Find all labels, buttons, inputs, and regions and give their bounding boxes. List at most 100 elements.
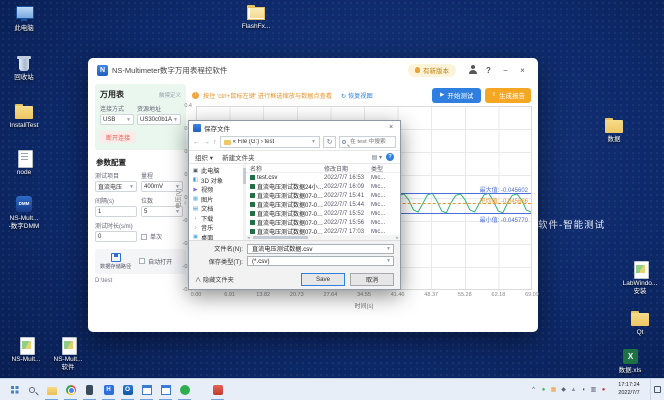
taskbar: HO ^ ● ▦ ◆ ▲ ◖ ▥ ● 17:17:24 2022/7/7 — [0, 378, 664, 400]
desktop-icon-document[interactable]: node — [4, 149, 44, 177]
file-type: Mic... — [371, 174, 386, 181]
desktop-icon-folder[interactable]: Qt — [620, 309, 660, 337]
taskbar-app-blue-app[interactable]: H — [99, 379, 118, 400]
taskbar-search-button[interactable] — [21, 379, 42, 400]
this-pc-icon — [12, 5, 36, 24]
column-name[interactable]: 名称 — [250, 164, 324, 173]
file-row[interactable]: test.csv 2022/7/7 16:53 Mic... — [246, 173, 400, 182]
file-row[interactable]: 直流电压测试数据07-07-2022-17-03-40...2022/7/7 1… — [246, 227, 400, 235]
notification-center-button[interactable] — [650, 378, 664, 400]
taskbar-app-green-app[interactable] — [175, 379, 194, 400]
taskbar-app-file-explorer[interactable] — [42, 379, 61, 400]
file-row[interactable]: 直流电压测试数据07-07-2022-15-55-10...2022/7/7 1… — [246, 218, 400, 227]
tray-security-icon[interactable]: ◆ — [559, 386, 568, 393]
duration-input[interactable]: 0 — [95, 231, 137, 242]
column-date[interactable]: 修改日期 — [324, 164, 371, 173]
taskbar-app-outlook[interactable]: O — [118, 379, 137, 400]
tray-warning-icon[interactable]: ▲ — [569, 387, 578, 393]
close-button[interactable]: × — [516, 66, 529, 75]
tree-item-pc[interactable]: ▣ 此电脑 — [192, 166, 243, 176]
storage-path-button[interactable]: 数据存储路径 — [100, 253, 131, 270]
panel-collapse-handle[interactable]: ‹ — [184, 198, 187, 207]
define-link[interactable]: 触摸定义 — [159, 91, 181, 99]
tree-item-picture[interactable]: ▦ 图片 — [192, 195, 243, 205]
update-badge[interactable]: 有新版本 — [408, 63, 456, 77]
refresh-button[interactable]: ↻ — [323, 136, 336, 148]
file-row[interactable]: 直流电压测试数据07-07-2022-15-41-07...2022/7/7 1… — [246, 191, 400, 200]
minimize-button[interactable]: − — [499, 66, 512, 75]
export-icon: ⇪ — [491, 92, 496, 98]
cancel-button[interactable]: 取消 — [350, 272, 394, 286]
duration-label: 测试时长(s/m) — [95, 224, 133, 230]
desktop-icon-recycle-bin[interactable]: 回收站 — [4, 54, 44, 82]
tray-screen-app-icon[interactable]: ● — [599, 387, 608, 393]
tree-scrollbar[interactable] — [243, 164, 246, 240]
taskbar-app-window-app-2[interactable] — [156, 379, 175, 400]
view-mode-icon[interactable]: ▤ ▾ — [372, 154, 382, 161]
file-row[interactable]: 直流电压测试数据07-07-2022-15-45-11...2022/7/7 1… — [246, 200, 400, 209]
taskbar-app-window-app-1[interactable] — [137, 379, 156, 400]
tree-item-music[interactable]: ♪ 音乐 — [192, 223, 243, 233]
desktop-icon-folder[interactable]: 数据 — [594, 116, 634, 144]
tray-volume-icon[interactable]: ◖ — [579, 387, 588, 393]
file-row[interactable]: 直流电压测试数据24小时15万条数据.csv2022/7/7 16:09 Mic.… — [246, 182, 400, 191]
up-button[interactable]: ↑ — [213, 139, 217, 146]
desktop-icon-folder[interactable]: InstallTest — [4, 102, 44, 130]
forward-button[interactable]: → — [203, 139, 210, 146]
tree-item-cube[interactable]: ◧ 3D 对象 — [192, 176, 243, 186]
addr-select[interactable]: US30c0b1A ▼ — [137, 114, 181, 125]
desktop-icon-excel[interactable]: 数据.xls — [610, 347, 650, 375]
auto-open-checkbox[interactable] — [139, 257, 146, 264]
taskbar-clock[interactable]: 17:17:24 2022/7/7 — [611, 382, 647, 396]
filename-field[interactable]: ▼ — [247, 243, 394, 254]
taskbar-app-red-app[interactable] — [208, 379, 227, 400]
start-button[interactable] — [0, 379, 21, 400]
filename-input[interactable] — [250, 244, 387, 253]
list-header: 名称 修改日期 类型 — [246, 164, 400, 173]
tray-green-status-icon[interactable]: ● — [539, 387, 548, 393]
desktop-icon-this-pc[interactable]: 此电脑 — [4, 5, 44, 33]
desktop-icon-installer[interactable]: NS-Mult... — [6, 336, 46, 364]
hide-folders-button[interactable]: ∧ 隐藏文件夹 — [195, 275, 234, 284]
filetype-select[interactable]: ▼ — [247, 256, 394, 266]
tree-item-video[interactable]: ▶ 视频 — [192, 185, 243, 195]
tree-item-download[interactable]: ↓ 下载 — [192, 214, 243, 224]
desktop-icon-folder-open[interactable]: FlashFx... — [236, 3, 276, 31]
dialog-close-icon[interactable]: × — [386, 124, 396, 131]
generate-report-button[interactable]: ⇪ 生成报告 — [485, 87, 531, 103]
search-input[interactable] — [348, 138, 393, 146]
single-checkbox[interactable] — [141, 234, 147, 240]
back-button[interactable]: ← — [193, 139, 200, 146]
breadcrumb[interactable]: « File (G:) › test ▼ — [219, 136, 320, 148]
start-test-button[interactable]: ▶ 开始测试 — [432, 87, 482, 103]
desktop-icon-installer[interactable]: NS-Mult... 软件 — [48, 336, 88, 372]
new-folder-button[interactable]: 新建文件夹 — [222, 152, 255, 162]
tree-item-docs[interactable]: ▤ 文档 — [192, 204, 243, 214]
reset-view-link[interactable]: ↻ 恢复视图 — [341, 91, 373, 100]
file-name: 直流电压测试数据07-07-2022-15-45-11... — [257, 203, 324, 209]
storage-label: 数据存储路径 — [100, 264, 132, 270]
test-item-select[interactable]: 直流电压 ▼ — [95, 181, 137, 192]
scrollbar-thumb[interactable] — [253, 235, 308, 239]
organize-menu[interactable]: 组织 ▾ — [195, 152, 213, 162]
tray-update-icon[interactable]: ▦ — [549, 386, 558, 393]
tree-item-desktop[interactable]: ▣ 桌面 — [192, 233, 243, 239]
x-tick: 27.64 — [323, 292, 338, 298]
desktop-icon-installer[interactable]: LabWindo... 安装 — [620, 260, 660, 296]
taskbar-app-chrome[interactable] — [61, 379, 80, 400]
help-icon[interactable]: ? — [482, 66, 495, 75]
desktop-icon-app-dmm[interactable]: NS-Mult... -数字DMM — [4, 195, 44, 231]
user-account-icon[interactable] — [468, 65, 478, 75]
disconnect-button[interactable]: 断开连接 — [100, 131, 136, 143]
interval-input[interactable]: 1 — [95, 206, 137, 217]
conn-select[interactable]: USB ▼ — [100, 114, 134, 125]
file-row[interactable]: 直流电压测试数据07-07-2022-15-52-10...2022/7/7 1… — [246, 209, 400, 218]
tray-network-icon[interactable]: ▥ — [589, 386, 598, 393]
taskbar-app-device-app[interactable] — [80, 379, 99, 400]
save-button[interactable]: Save — [301, 272, 345, 286]
music-icon: ♪ — [194, 224, 197, 231]
dialog-help-icon[interactable]: ? — [386, 153, 394, 161]
tray-chevron-up-icon[interactable]: ^ — [529, 387, 538, 393]
search-box[interactable] — [339, 136, 396, 148]
column-type[interactable]: 类型 — [371, 164, 400, 173]
